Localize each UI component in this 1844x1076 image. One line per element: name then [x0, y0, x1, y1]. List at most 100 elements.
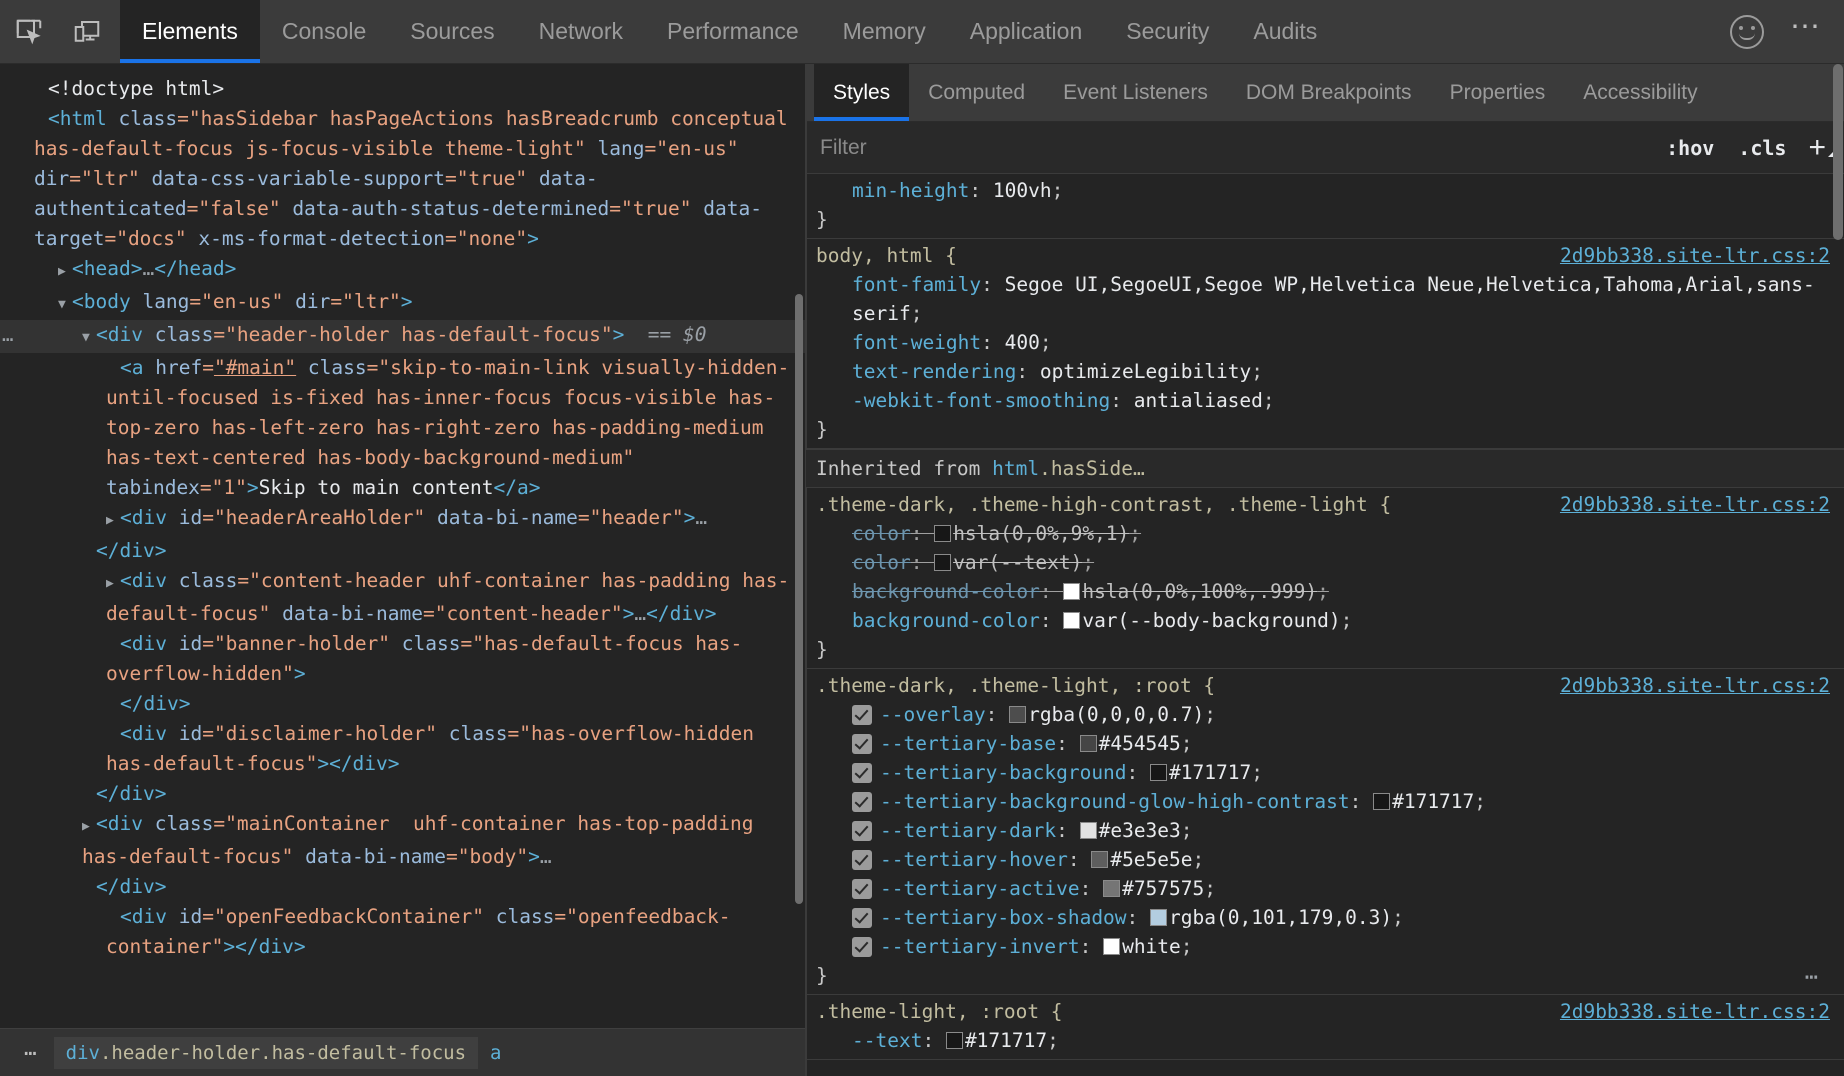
tab-security[interactable]: Security	[1104, 0, 1231, 63]
css-value[interactable]: #5e5e5e	[1110, 848, 1192, 871]
smiley-feedback-icon[interactable]	[1730, 15, 1764, 49]
css-property[interactable]: -webkit-font-smoothing	[852, 389, 1110, 412]
breadcrumb-item-a[interactable]: a	[478, 1037, 513, 1069]
color-swatch[interactable]	[1063, 583, 1080, 600]
css-value[interactable]: #757575	[1122, 877, 1204, 900]
declaration-checkbox[interactable]	[852, 792, 872, 812]
css-value[interactable]: #e3e3e3	[1099, 819, 1181, 842]
dom-node[interactable]: </div>	[0, 536, 805, 566]
css-declaration[interactable]: font-family: Segoe UI,SegoeUI,Segoe WP,H…	[806, 270, 1844, 328]
dom-node[interactable]: ▶<div class="content-header uhf-containe…	[0, 566, 805, 629]
css-property[interactable]: --tertiary-background-glow-high-contrast	[880, 790, 1350, 813]
css-property[interactable]: font-family	[852, 273, 981, 296]
dom-node[interactable]: <html class="hasSidebar hasPageActions h…	[0, 104, 805, 254]
tab-styles[interactable]: Styles	[814, 64, 909, 121]
more-options-icon[interactable]: ⋯	[1790, 12, 1822, 52]
dom-tree-scrollbar[interactable]	[795, 294, 803, 904]
declaration-checkbox[interactable]	[852, 763, 872, 783]
styles-rule-list[interactable]: min-height: 100vh;}body, html {2d9bb338.…	[806, 174, 1844, 1076]
dom-node[interactable]: ▶<head>…</head>	[0, 254, 805, 287]
dom-node[interactable]: </div>	[0, 872, 805, 902]
css-value[interactable]: optimizeLegibility	[1040, 360, 1251, 383]
css-value[interactable]: hsla(0,0%,9%,1)	[953, 522, 1129, 545]
declaration-checkbox[interactable]	[852, 734, 872, 754]
color-swatch[interactable]	[1150, 909, 1167, 926]
css-value[interactable]: #454545	[1099, 732, 1181, 755]
css-declaration[interactable]: --tertiary-invert: white;	[806, 932, 1844, 961]
css-property[interactable]: background-color	[852, 580, 1040, 603]
rule-selector[interactable]: .theme-dark, .theme-high-contrast, .them…	[806, 490, 1844, 519]
dom-node[interactable]: </div>	[0, 779, 805, 809]
css-property[interactable]: font-weight	[852, 331, 981, 354]
css-property[interactable]: --text	[852, 1029, 922, 1052]
css-value[interactable]: rgba(0,0,0,0.7)	[1028, 703, 1204, 726]
tab-audits[interactable]: Audits	[1231, 0, 1339, 63]
css-declaration[interactable]: background-color: hsla(0,0%,100%,.999);	[806, 577, 1844, 606]
node-overflow-icon[interactable]: …	[2, 320, 13, 350]
breadcrumb-overflow-icon[interactable]: ⋯	[8, 1041, 54, 1065]
css-property[interactable]: --tertiary-background	[880, 761, 1127, 784]
rule-selector[interactable]: body, html {2d9bb338.site-ltr.css:2	[806, 241, 1844, 270]
stylesheet-source-link[interactable]: 2d9bb338.site-ltr.css:2	[1560, 671, 1830, 700]
color-swatch[interactable]	[1103, 880, 1120, 897]
twisty-closed-icon[interactable]: ▶	[58, 257, 72, 287]
tab-sources[interactable]: Sources	[388, 0, 516, 63]
declaration-checkbox[interactable]	[852, 879, 872, 899]
css-declaration[interactable]: --tertiary-hover: #5e5e5e;	[806, 845, 1844, 874]
tab-event-listeners[interactable]: Event Listeners	[1044, 64, 1227, 121]
css-declaration[interactable]: --tertiary-dark: #e3e3e3;	[806, 816, 1844, 845]
tab-properties[interactable]: Properties	[1431, 64, 1565, 121]
css-declaration[interactable]: color: var(--text);	[806, 548, 1844, 577]
css-value[interactable]: hsla(0,0%,100%,.999)	[1082, 580, 1317, 603]
css-property[interactable]: --tertiary-hover	[880, 848, 1068, 871]
tab-performance[interactable]: Performance	[645, 0, 821, 63]
css-property[interactable]: text-rendering	[852, 360, 1016, 383]
css-value[interactable]: antialiased	[1134, 389, 1263, 412]
css-declaration[interactable]: color: hsla(0,0%,9%,1);	[806, 519, 1844, 548]
css-property[interactable]: color	[852, 551, 911, 574]
css-value[interactable]: white	[1122, 935, 1181, 958]
tab-computed[interactable]: Computed	[909, 64, 1044, 121]
toggle-class-button[interactable]: .cls	[1726, 136, 1798, 160]
rule-overflow-icon[interactable]: ⋯	[1805, 963, 1820, 992]
tab-console[interactable]: Console	[260, 0, 388, 63]
color-swatch[interactable]	[1091, 851, 1108, 868]
css-declaration[interactable]: --overlay: rgba(0,0,0,0.7);	[806, 700, 1844, 729]
twisty-closed-icon[interactable]: ▶	[82, 812, 96, 842]
css-value[interactable]: #171717	[965, 1029, 1047, 1052]
dom-node[interactable]: ▼<body lang="en-us" dir="ltr">	[0, 287, 805, 320]
css-property[interactable]: --tertiary-box-shadow	[880, 906, 1127, 929]
css-value[interactable]: 100vh	[993, 179, 1052, 202]
dom-node[interactable]: <a href="#main" class="skip-to-main-link…	[0, 353, 805, 503]
css-value[interactable]: var(--body-background)	[1082, 609, 1340, 632]
stylesheet-source-link[interactable]: 2d9bb338.site-ltr.css:2	[1560, 241, 1830, 270]
dom-node[interactable]: <div id="banner-holder" class="has-defau…	[0, 629, 805, 689]
css-property[interactable]: --tertiary-invert	[880, 935, 1080, 958]
dom-tree[interactable]: <!doctype html><html class="hasSidebar h…	[0, 64, 805, 1028]
css-value[interactable]: var(--text)	[953, 551, 1082, 574]
css-declaration[interactable]: --tertiary-base: #454545;	[806, 729, 1844, 758]
tab-application[interactable]: Application	[948, 0, 1105, 63]
color-swatch[interactable]	[1103, 938, 1120, 955]
color-swatch[interactable]	[1080, 735, 1097, 752]
tab-dom-breakpoints[interactable]: DOM Breakpoints	[1227, 64, 1431, 121]
tab-network[interactable]: Network	[517, 0, 645, 63]
inspect-element-icon[interactable]	[0, 0, 58, 63]
twisty-open-icon[interactable]: ▼	[58, 290, 72, 320]
declaration-checkbox[interactable]	[852, 705, 872, 725]
stylesheet-source-link[interactable]: 2d9bb338.site-ltr.css:2	[1560, 997, 1830, 1026]
css-declaration[interactable]: font-weight: 400;	[806, 328, 1844, 357]
css-declaration[interactable]: background-color: var(--body-background)…	[806, 606, 1844, 635]
styles-scrollbar[interactable]	[1833, 64, 1843, 240]
dom-node[interactable]: ▶<div id="headerAreaHolder" data-bi-name…	[0, 503, 805, 536]
color-swatch[interactable]	[1063, 612, 1080, 629]
declaration-checkbox[interactable]	[852, 850, 872, 870]
declaration-checkbox[interactable]	[852, 821, 872, 841]
css-property[interactable]: --tertiary-active	[880, 877, 1080, 900]
rule-selector[interactable]: .theme-light, :root {2d9bb338.site-ltr.c…	[806, 997, 1844, 1026]
css-declaration[interactable]: text-rendering: optimizeLegibility;	[806, 357, 1844, 386]
css-declaration[interactable]: --tertiary-background-glow-high-contrast…	[806, 787, 1844, 816]
tab-memory[interactable]: Memory	[821, 0, 948, 63]
stylesheet-source-link[interactable]: 2d9bb338.site-ltr.css:2	[1560, 490, 1830, 519]
device-toolbar-icon[interactable]	[58, 0, 116, 63]
